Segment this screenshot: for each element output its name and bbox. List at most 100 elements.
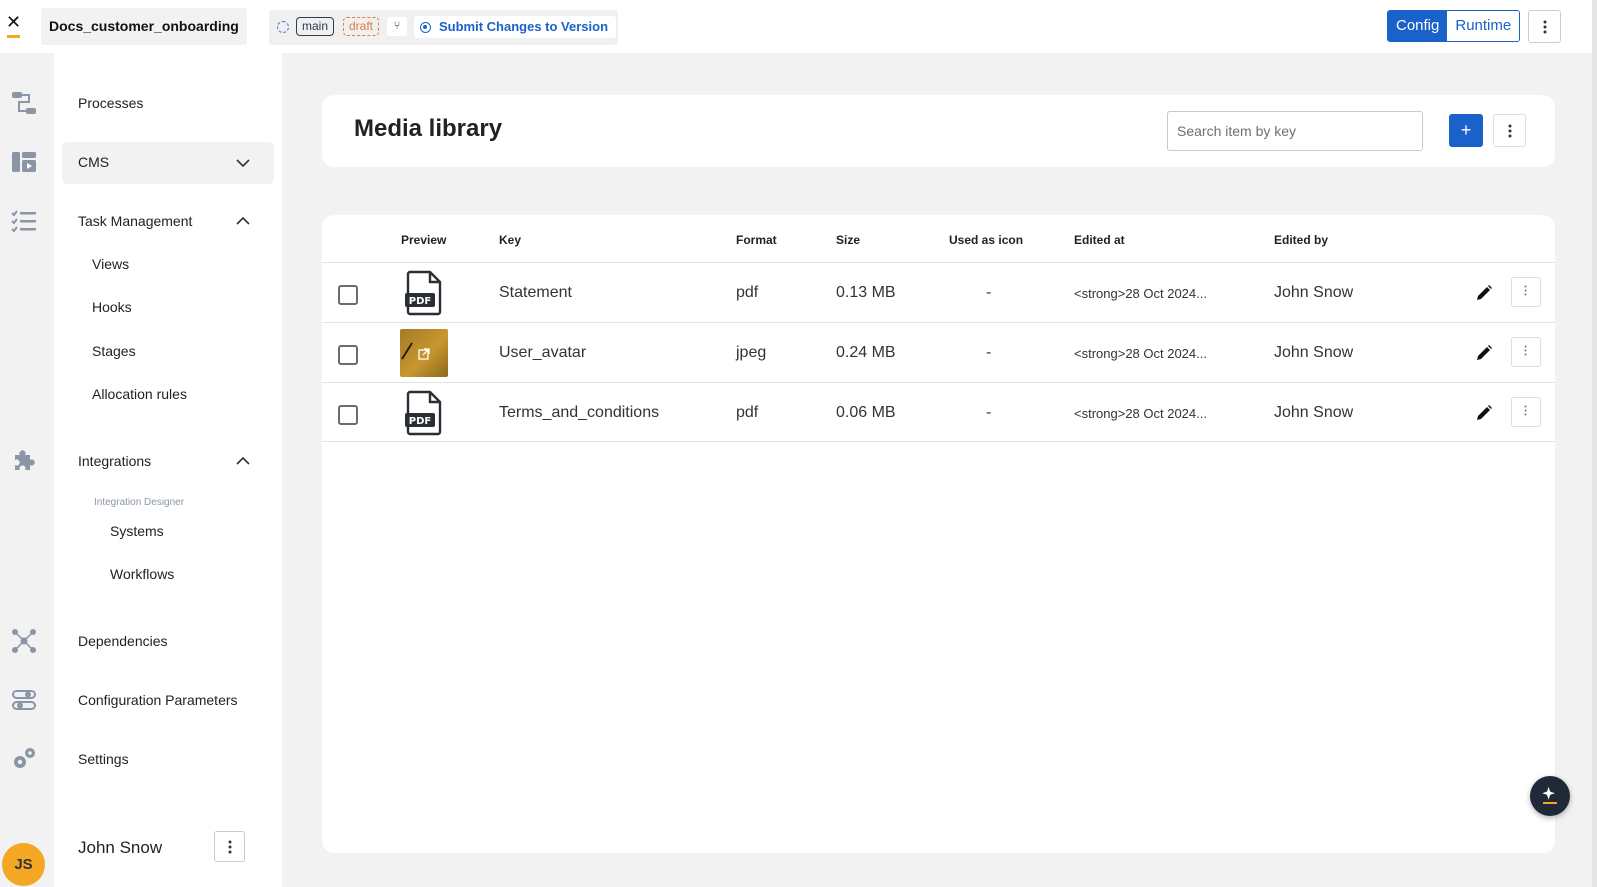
runtime-mode-button[interactable]: Runtime [1447, 11, 1520, 41]
nav-item-allocation-rules[interactable]: Allocation rules [92, 386, 187, 402]
chevron-up-icon[interactable] [236, 214, 250, 228]
edit-icon[interactable] [1475, 344, 1493, 362]
edited-by-cell: John Snow [1274, 284, 1354, 301]
user-menu-button[interactable] [214, 831, 245, 862]
avatar[interactable]: JS [2, 843, 45, 886]
config-mode-button[interactable]: Config [1388, 11, 1448, 41]
column-header-preview: Preview [401, 233, 447, 247]
more-vertical-icon [1508, 124, 1511, 137]
mode-toggle: Config Runtime [1387, 10, 1521, 42]
submit-changes-label: Submit Changes to Version [439, 19, 609, 34]
column-header-used-as-icon[interactable]: Used as icon [949, 233, 1023, 247]
column-header-format[interactable]: Format [736, 233, 777, 247]
row-more-button[interactable] [1511, 277, 1541, 307]
size-cell: 0.13 MB [836, 284, 896, 301]
open-external-icon [401, 342, 430, 360]
key-cell: Statement [499, 284, 572, 301]
edited-at-cell: <strong>28 Oct 2024... [1074, 346, 1207, 361]
branch-badge[interactable]: main [296, 17, 335, 36]
media-library-header: Media library + [322, 95, 1555, 167]
edited-by-cell: John Snow [1274, 404, 1354, 421]
icon-rail: JS [0, 53, 54, 887]
nav-item-hooks[interactable]: Hooks [92, 299, 132, 315]
more-vertical-icon [228, 840, 231, 853]
image-thumbnail[interactable] [400, 329, 448, 377]
dependencies-icon[interactable] [11, 628, 37, 654]
row-more-button[interactable] [1511, 337, 1541, 367]
edit-icon[interactable] [1475, 404, 1493, 422]
more-vertical-icon [1543, 20, 1546, 33]
size-cell: 0.24 MB [836, 344, 896, 361]
processes-icon[interactable] [11, 90, 37, 116]
nav-item-configuration-parameters[interactable]: Configuration Parameters [78, 692, 238, 708]
row-checkbox[interactable] [338, 345, 358, 365]
navigation-panel: Processes CMS Task Management Views Hook… [54, 53, 282, 887]
configuration-parameters-icon[interactable] [11, 687, 37, 713]
integrations-icon[interactable] [11, 447, 37, 473]
top-bar: ✕ Docs_customer_onboarding main draft ⑂ … [0, 0, 1597, 53]
nav-item-processes[interactable]: Processes [78, 95, 143, 111]
nav-item-systems[interactable]: Systems [110, 523, 164, 539]
edited-by-cell: John Snow [1274, 344, 1354, 361]
submit-changes-button[interactable]: Submit Changes to Version [414, 16, 617, 38]
chevron-down-icon[interactable] [236, 156, 250, 170]
cms-icon[interactable] [11, 149, 37, 175]
draft-badge: draft [343, 17, 380, 36]
column-header-size[interactable]: Size [836, 233, 860, 247]
table-row[interactable]: User_avatar jpeg 0.24 MB - <strong>28 Oc… [322, 322, 1555, 382]
format-cell: pdf [736, 404, 759, 421]
size-cell: 0.06 MB [836, 404, 896, 421]
integration-designer-caption: Integration Designer [94, 497, 185, 508]
pdf-label: PDF [409, 296, 431, 307]
ai-assistant-button[interactable] [1530, 776, 1570, 816]
chevron-up-icon[interactable] [236, 454, 250, 468]
top-more-button[interactable] [1528, 10, 1561, 43]
key-cell: Terms_and_conditions [499, 404, 660, 421]
branch-fork-icon[interactable]: ⑂ [387, 17, 407, 36]
row-checkbox[interactable] [338, 285, 358, 305]
logo-underline [7, 35, 20, 38]
window-edge [1592, 0, 1597, 887]
used-as-icon-cell: - [986, 284, 992, 301]
settings-icon[interactable] [11, 746, 37, 772]
header-more-button[interactable] [1493, 114, 1526, 147]
row-checkbox[interactable] [338, 405, 358, 425]
pdf-file-icon[interactable]: PDF [400, 269, 448, 317]
search-input[interactable] [1167, 111, 1423, 151]
edited-at-cell: <strong>28 Oct 2024... [1074, 286, 1207, 301]
page-title: Media library [354, 115, 503, 142]
pdf-file-icon[interactable]: PDF [400, 389, 448, 437]
nav-item-views[interactable]: Views [92, 256, 129, 272]
column-header-edited-at[interactable]: Edited at [1074, 233, 1125, 247]
sync-status-icon [277, 21, 289, 33]
logo-x-icon: ✕ [6, 12, 22, 33]
app-logo[interactable]: ✕ [6, 14, 26, 38]
add-media-button[interactable]: + [1449, 114, 1483, 147]
nav-item-integrations[interactable]: Integrations [78, 453, 151, 469]
project-name[interactable]: Docs_customer_onboarding [41, 8, 247, 45]
nav-item-stages[interactable]: Stages [92, 343, 136, 359]
edit-icon[interactable] [1475, 284, 1493, 302]
branch-bar: main draft ⑂ Submit Changes to Version [269, 10, 618, 45]
used-as-icon-cell: - [986, 344, 992, 361]
row-more-button[interactable] [1511, 397, 1541, 427]
nav-item-cms[interactable]: CMS [78, 154, 109, 170]
nav-item-workflows[interactable]: Workflows [110, 566, 174, 582]
nav-item-task-management[interactable]: Task Management [78, 213, 192, 229]
media-table: Preview Key Format Size Used as icon Edi… [322, 215, 1555, 853]
submit-radio-icon [420, 21, 431, 33]
nav-item-dependencies[interactable]: Dependencies [78, 633, 168, 649]
nav-item-settings[interactable]: Settings [78, 751, 129, 767]
column-header-key[interactable]: Key [499, 233, 521, 247]
task-management-icon[interactable] [11, 208, 37, 234]
column-header-edited-by[interactable]: Edited by [1274, 233, 1328, 247]
more-vertical-icon [1524, 285, 1528, 299]
table-row[interactable]: PDF Terms_and_conditions pdf 0.06 MB - <… [322, 382, 1555, 442]
format-cell: jpeg [736, 344, 767, 361]
user-name: John Snow [78, 838, 163, 857]
more-vertical-icon [1524, 345, 1528, 359]
edited-at-cell: <strong>28 Oct 2024... [1074, 406, 1207, 421]
table-row[interactable]: PDF Statement pdf 0.13 MB - <strong>28 O… [322, 262, 1555, 322]
pdf-label: PDF [409, 416, 431, 427]
sparkle-icon [1542, 786, 1557, 804]
